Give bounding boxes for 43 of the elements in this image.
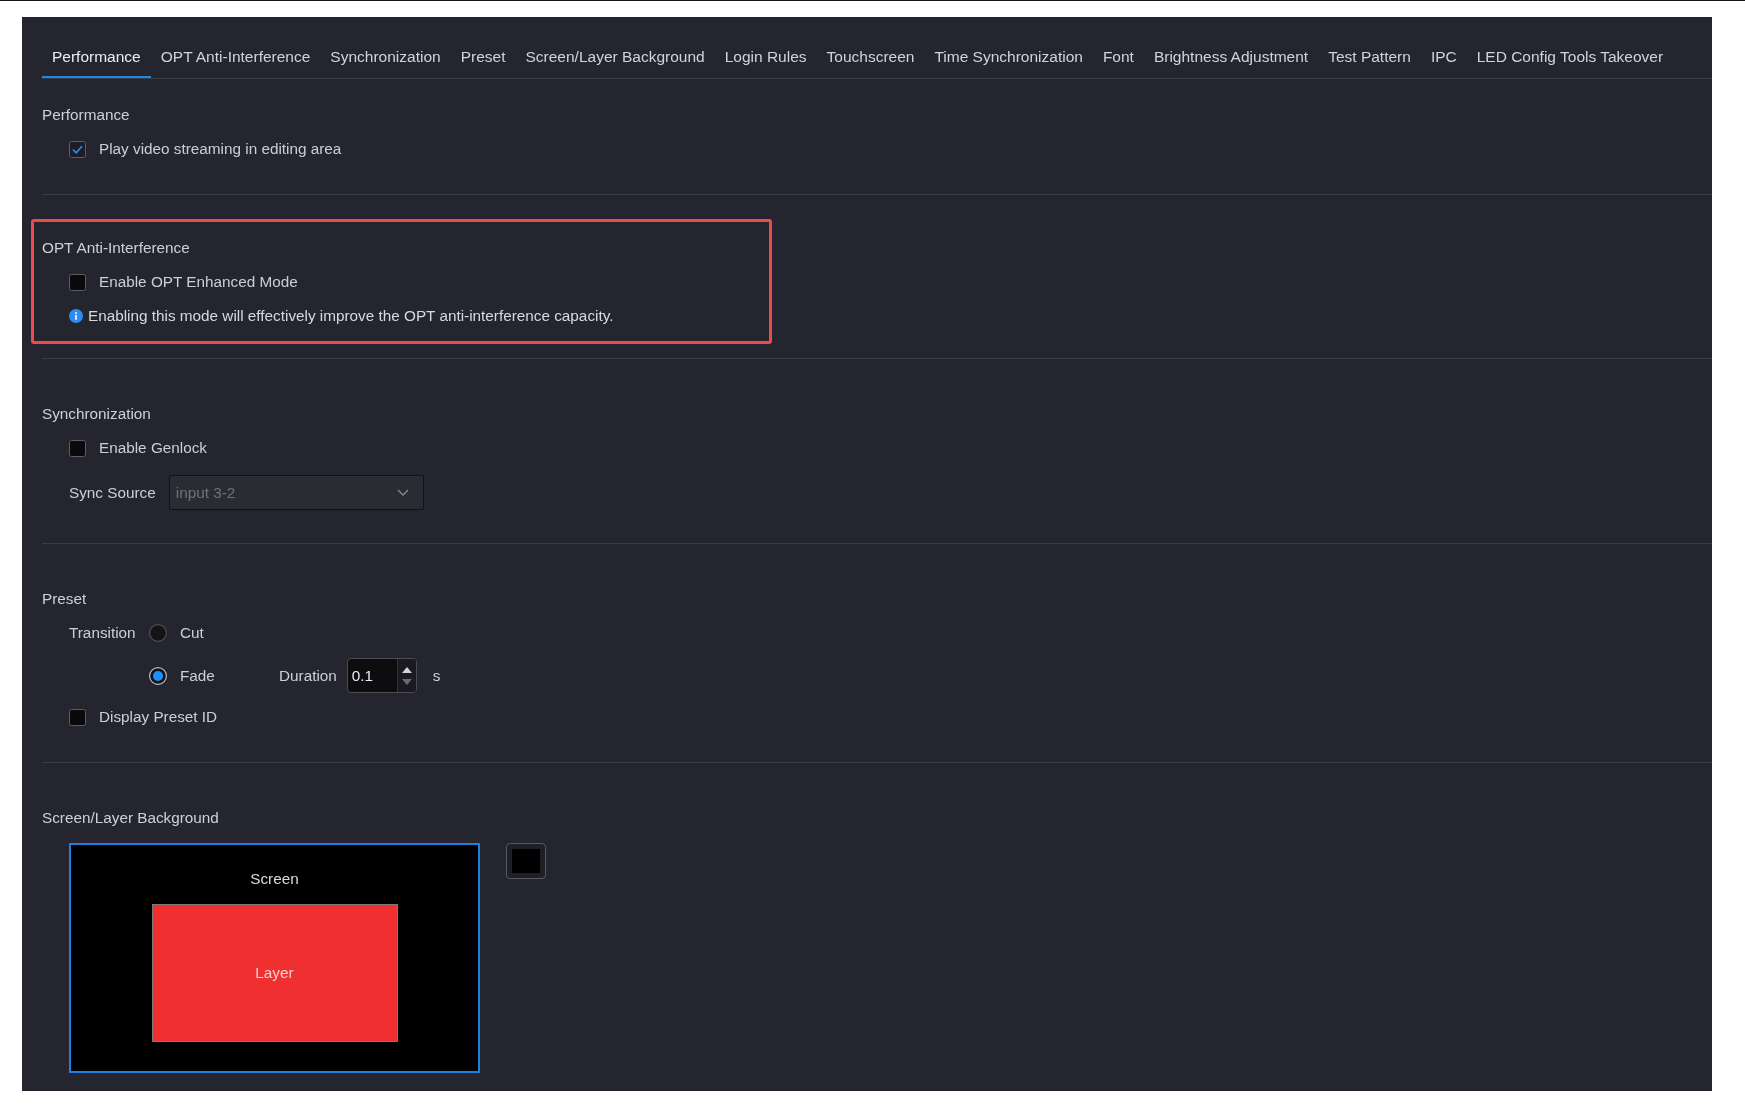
tab[interactable]: Touchscreen — [816, 47, 925, 78]
tab[interactable]: Time Synchronization — [924, 47, 1093, 78]
checkbox-label[interactable]: Enable Genlock — [99, 438, 207, 458]
tab[interactable]: Synchronization — [320, 47, 451, 78]
field-label: Sync Source — [69, 482, 156, 503]
screen-label: Screen — [250, 869, 299, 889]
info-icon — [69, 309, 83, 323]
section-heading: Preset — [42, 589, 87, 609]
tab[interactable]: Screen/Layer Background — [515, 47, 715, 78]
checkbox[interactable] — [69, 140, 86, 158]
tab[interactable]: Font — [1092, 47, 1144, 78]
caret-up-icon[interactable] — [401, 666, 412, 673]
section-heading: Screen/Layer Background — [42, 808, 219, 828]
section-heading: OPT Anti-Interference — [42, 238, 190, 258]
tab[interactable]: IPC — [1420, 47, 1467, 78]
tab[interactable]: Login Rules — [714, 47, 817, 78]
tab[interactable]: LED Config Tools Takeover — [1466, 47, 1674, 78]
number-input[interactable]: 0.1 — [346, 658, 417, 693]
info-text: Enabling this mode will effectively improve the OPT anti-interference capacity. — [88, 306, 614, 326]
tab[interactable]: OPT Anti-Interference — [150, 47, 321, 78]
tab[interactable]: Performance — [42, 47, 151, 78]
checkbox-label[interactable]: Display Preset ID — [99, 707, 218, 727]
checkbox[interactable] — [69, 708, 86, 726]
tab[interactable]: Brightness Adjustment — [1143, 47, 1319, 78]
layer-label: Layer — [255, 963, 294, 983]
radio-button[interactable] — [149, 666, 167, 685]
color-picker-button[interactable] — [506, 843, 546, 879]
color-swatch-icon — [512, 849, 540, 873]
caret-down-icon[interactable] — [401, 678, 412, 685]
section-heading: Synchronization — [42, 404, 151, 424]
checkbox[interactable] — [69, 439, 86, 457]
radio-button[interactable] — [149, 624, 167, 642]
field-label: Transition — [69, 623, 137, 643]
unit-label: s — [432, 665, 441, 686]
checkbox-label[interactable]: Enable OPT Enhanced Mode — [99, 272, 298, 292]
radio-label[interactable]: Fade — [180, 665, 279, 686]
tab[interactable]: Preset — [450, 47, 516, 78]
checkbox[interactable] — [69, 273, 86, 291]
radio-label[interactable]: Cut — [180, 623, 279, 643]
section-heading: Performance — [42, 105, 130, 125]
tab[interactable]: Test Pattern — [1318, 47, 1421, 78]
field-label: Duration — [279, 665, 337, 686]
checkbox-label[interactable]: Play video streaming in editing area — [99, 139, 342, 159]
